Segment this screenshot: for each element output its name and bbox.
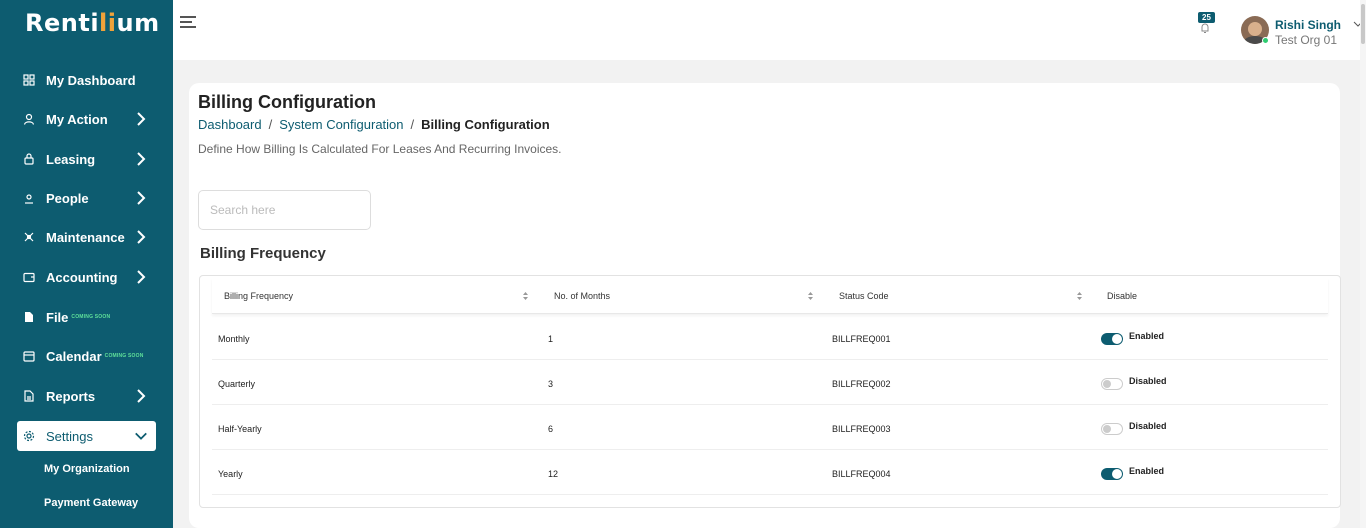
coming-soon-badge: COMING SOON — [71, 314, 111, 320]
sidebar-item-label: My Dashboard — [46, 72, 136, 88]
page-description: Define How Billing Is Calculated For Lea… — [198, 142, 562, 156]
breadcrumb-separator: / — [268, 117, 273, 132]
page-title: Billing Configuration — [198, 92, 376, 112]
sidebar-item-my-action[interactable]: My Action — [17, 104, 156, 134]
sort-icon[interactable] — [522, 291, 529, 301]
status-toggle[interactable] — [1101, 423, 1123, 435]
column-header-no-of-months: No. of Months — [554, 291, 611, 301]
breadcrumb-dashboard[interactable]: Dashboard — [198, 117, 262, 132]
gear-icon — [22, 429, 36, 443]
cell-no-of-months: 1 — [548, 334, 554, 344]
chevron-right-icon — [137, 389, 146, 403]
sidebar-item-label: Leasing — [46, 151, 96, 167]
wallet-icon — [22, 270, 36, 284]
breadcrumb-system-configuration[interactable]: System Configuration — [279, 117, 403, 132]
grid-icon — [22, 73, 36, 87]
table-row: Monthly 1 BILLFREQ001 Enabled — [212, 315, 1328, 360]
table-row: Quarterly 3 BILLFREQ002 Disabled — [212, 360, 1328, 405]
cell-status-code: BILLFREQ003 — [832, 424, 891, 434]
sort-icon[interactable] — [1076, 291, 1083, 301]
people-icon — [22, 191, 36, 205]
sidebar-item-label: My Action — [46, 111, 108, 127]
cell-billing-frequency: Monthly — [218, 334, 250, 344]
sidebar-item-my-dashboard[interactable]: My Dashboard — [17, 65, 156, 95]
file-icon — [22, 310, 36, 324]
column-header-status-code: Status Code — [839, 291, 889, 301]
chevron-right-icon — [137, 191, 146, 205]
billing-config-card: Billing Configuration Dashboard / System… — [189, 83, 1341, 528]
cell-billing-frequency: Half-Yearly — [218, 424, 262, 434]
cell-billing-frequency: Yearly — [218, 469, 243, 479]
sidebar-item-file[interactable]: File COMING SOON — [17, 302, 156, 332]
tools-icon — [22, 230, 36, 244]
page-scrollbar[interactable] — [1360, 0, 1366, 528]
sidebar-item-accounting[interactable]: Accounting — [17, 262, 156, 292]
column-header-disable: Disable — [1107, 291, 1138, 301]
cell-status-code: BILLFREQ001 — [832, 334, 891, 344]
sidebar-item-people[interactable]: People — [17, 183, 156, 213]
status-label: Enabled — [1129, 466, 1165, 476]
status-toggle[interactable] — [1101, 378, 1123, 390]
sidebar-item-label: Accounting — [46, 269, 118, 285]
top-header: 25 Rishi Singh Test Org 01 — [173, 0, 1366, 60]
cell-status-code: BILLFREQ002 — [832, 379, 891, 389]
sidebar-subitem-my-organization[interactable]: My Organization — [44, 463, 130, 475]
notification-bell-icon[interactable]: 25 — [1196, 12, 1222, 38]
table-header: Billing Frequency No. of Months Status C… — [212, 278, 1328, 314]
section-title: Billing Frequency — [200, 245, 326, 262]
breadcrumb-current: Billing Configuration — [421, 117, 550, 132]
coming-soon-badge: COMING SOON — [104, 353, 144, 359]
sidebar-item-reports[interactable]: Reports — [17, 381, 156, 411]
sidebar-item-label: People — [46, 190, 89, 206]
chevron-right-icon — [137, 152, 146, 166]
breadcrumb: Dashboard / System Configuration / Billi… — [198, 117, 550, 132]
sidebar-item-label: File — [46, 309, 69, 325]
sidebar: Rentilium My Dashboard My Action Leasing… — [0, 0, 173, 528]
billing-frequency-table: Billing Frequency No. of Months Status C… — [199, 275, 1341, 508]
sort-icon[interactable] — [807, 291, 814, 301]
table-row: Half-Yearly 6 BILLFREQ003 Disabled — [212, 405, 1328, 450]
cell-status-code: BILLFREQ004 — [832, 469, 891, 479]
sidebar-item-maintenance[interactable]: Maintenance — [17, 222, 156, 252]
status-label: Enabled — [1129, 331, 1165, 341]
sidebar-item-label: Calendar — [46, 348, 102, 364]
chevron-down-icon — [135, 432, 147, 440]
chevron-right-icon — [137, 112, 146, 126]
online-status-dot — [1262, 37, 1269, 44]
cell-no-of-months: 6 — [548, 424, 554, 434]
status-label: Disabled — [1129, 376, 1167, 386]
calendar-icon — [22, 349, 36, 363]
lock-icon — [22, 152, 36, 166]
user-org: Test Org 01 — [1275, 33, 1338, 47]
menu-toggle-icon[interactable] — [180, 16, 196, 30]
chevron-right-icon — [137, 270, 146, 284]
table-row: Yearly 12 BILLFREQ004 Enabled — [212, 450, 1328, 495]
notification-count-badge: 25 — [1198, 12, 1215, 23]
search-input[interactable] — [198, 190, 371, 230]
user-icon — [22, 112, 36, 126]
user-name[interactable]: Rishi Singh — [1275, 18, 1341, 32]
sidebar-item-calendar[interactable]: Calendar COMING SOON — [17, 341, 156, 371]
sidebar-item-label: Reports — [46, 388, 96, 404]
sidebar-subitem-payment-gateway[interactable]: Payment Gateway — [44, 497, 138, 509]
sidebar-item-label: Maintenance — [46, 229, 125, 245]
sidebar-item-label: Settings — [46, 428, 93, 444]
status-toggle[interactable] — [1101, 333, 1123, 345]
sidebar-item-settings[interactable]: Settings — [17, 421, 156, 451]
column-header-billing-frequency: Billing Frequency — [224, 291, 294, 301]
cell-no-of-months: 12 — [548, 469, 559, 479]
status-label: Disabled — [1129, 421, 1167, 431]
cell-no-of-months: 3 — [548, 379, 554, 389]
cell-billing-frequency: Quarterly — [218, 379, 256, 389]
breadcrumb-separator: / — [410, 117, 415, 132]
report-icon — [22, 389, 36, 403]
app-logo[interactable]: Rentilium — [25, 9, 160, 37]
sidebar-item-leasing[interactable]: Leasing — [17, 144, 156, 174]
status-toggle[interactable] — [1101, 468, 1123, 480]
chevron-right-icon — [137, 230, 146, 244]
